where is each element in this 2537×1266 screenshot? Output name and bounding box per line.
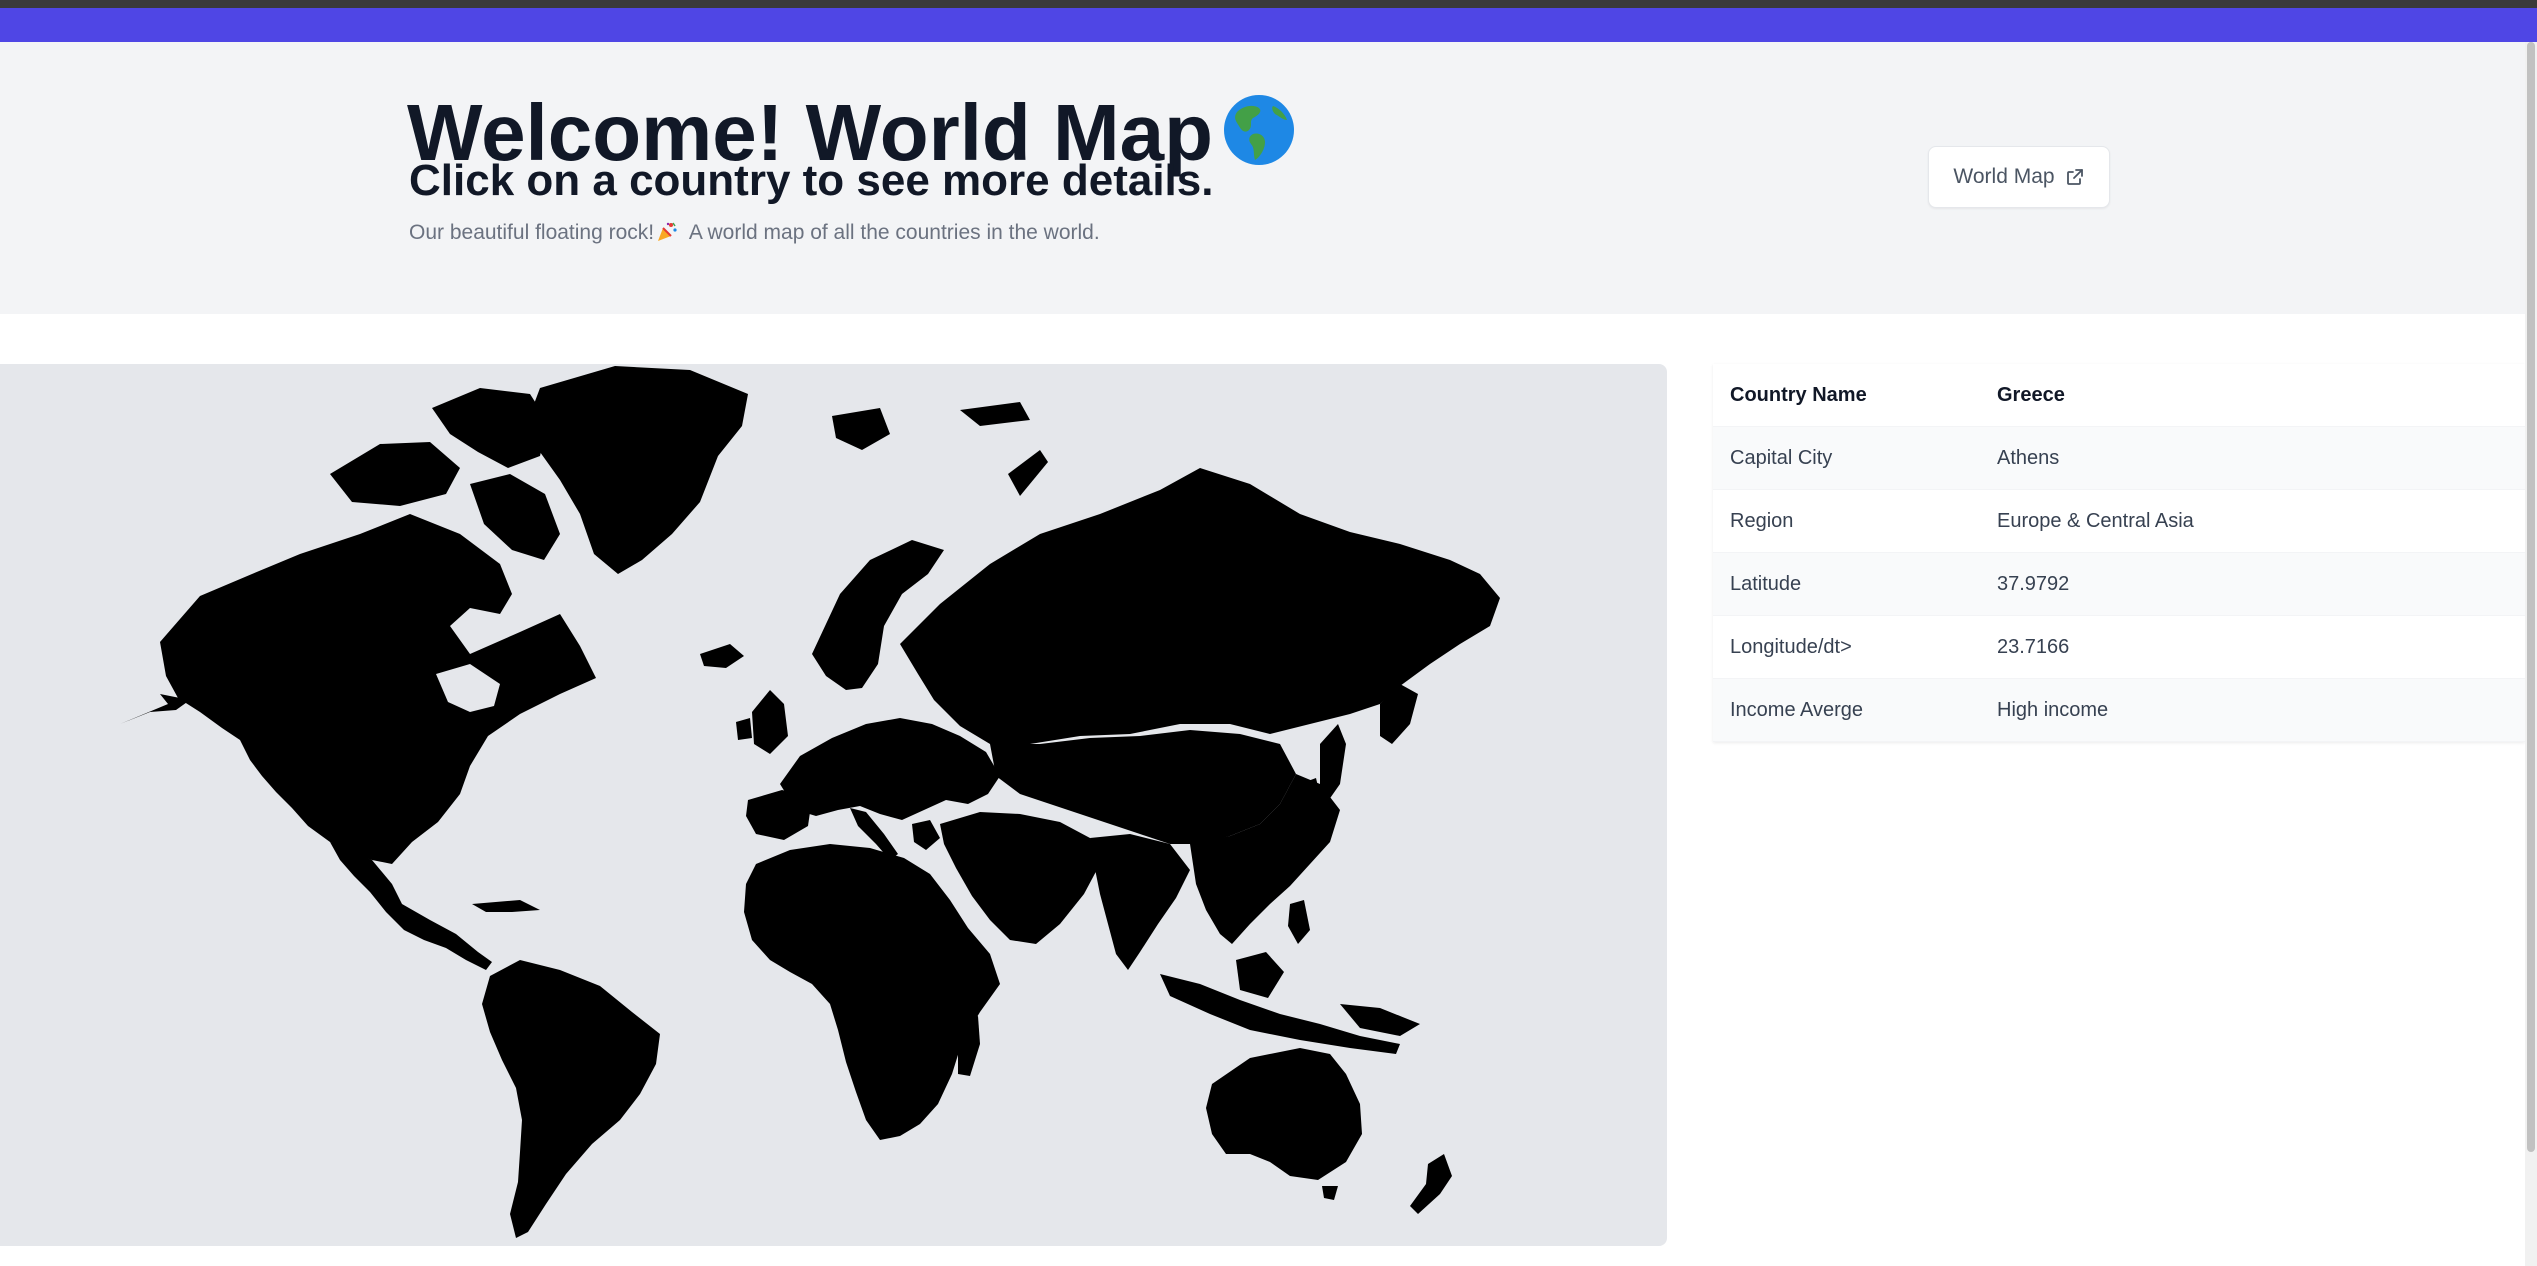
description-text-end: A world map of all the countries in the … bbox=[684, 221, 1100, 244]
country-japan[interactable] bbox=[1304, 724, 1346, 816]
accent-bar bbox=[0, 8, 2537, 42]
country-uk[interactable] bbox=[752, 690, 788, 754]
row-value: Athens bbox=[1997, 446, 2060, 469]
country-details-table: Country Name Greece Capital City Athens … bbox=[1713, 364, 2525, 742]
row-label: Income Averge bbox=[1730, 698, 1864, 721]
table-row: Capital City Athens bbox=[1713, 426, 2525, 490]
table-row: Longitude/dt> 23.7166 bbox=[1713, 616, 2525, 679]
page-header: Welcome! World Map Click on a country to… bbox=[0, 42, 2525, 314]
world-map bbox=[120, 366, 1500, 1238]
country-franz-josef[interactable] bbox=[960, 402, 1030, 426]
party-popper-icon bbox=[658, 222, 677, 241]
country-australia[interactable] bbox=[1206, 1048, 1362, 1180]
country-greenland[interactable] bbox=[528, 366, 748, 574]
table-header-label: Country Name bbox=[1730, 383, 1867, 406]
country-greece[interactable] bbox=[912, 820, 940, 850]
page-description: Our beautiful floating rock! A world map… bbox=[409, 221, 1100, 245]
country-africa[interactable] bbox=[744, 844, 1000, 1140]
country-canada-baffin[interactable] bbox=[470, 474, 560, 560]
browser-top-strip bbox=[0, 0, 2537, 8]
world-map-button-label: World Map bbox=[1953, 165, 2055, 188]
row-label: Latitude bbox=[1730, 572, 1802, 595]
row-label: Capital City bbox=[1730, 446, 1833, 469]
page-scrollbar[interactable] bbox=[2525, 42, 2537, 1266]
page-subtitle: Click on a country to see more details. bbox=[409, 156, 1214, 205]
country-north-america[interactable] bbox=[160, 514, 596, 864]
country-iberia[interactable] bbox=[746, 790, 812, 840]
country-india[interactable] bbox=[1090, 834, 1190, 970]
country-south-america[interactable] bbox=[482, 960, 660, 1238]
table-header-row: Country Name Greece bbox=[1713, 364, 2525, 427]
country-svalbard[interactable] bbox=[832, 408, 890, 450]
country-mexico-central-america[interactable] bbox=[330, 842, 492, 970]
country-tasmania[interactable] bbox=[1322, 1186, 1338, 1200]
country-ireland[interactable] bbox=[736, 718, 752, 740]
row-label: Longitude/dt> bbox=[1730, 635, 1852, 658]
country-philippines[interactable] bbox=[1288, 900, 1310, 944]
table-row: Income Averge High income bbox=[1713, 678, 2525, 742]
world-map-link-button[interactable]: World Map bbox=[1928, 146, 2110, 208]
world-map-panel bbox=[0, 364, 1667, 1246]
row-value: 23.7166 bbox=[1997, 635, 2070, 658]
country-cuba[interactable] bbox=[472, 900, 540, 912]
country-canada-islands[interactable] bbox=[432, 388, 548, 468]
scrollbar-thumb[interactable] bbox=[2527, 42, 2535, 1152]
external-link-icon bbox=[2066, 169, 2083, 185]
row-value: High income bbox=[1997, 698, 2109, 721]
row-value: 37.9792 bbox=[1997, 572, 2070, 595]
table-row: Region Europe & Central Asia bbox=[1713, 490, 2525, 553]
table-row: Latitude 37.9792 bbox=[1713, 552, 2525, 616]
country-new-guinea[interactable] bbox=[1340, 1004, 1420, 1036]
row-value: Europe & Central Asia bbox=[1997, 509, 2194, 532]
row-label: Region bbox=[1730, 509, 1794, 532]
country-iceland[interactable] bbox=[700, 644, 744, 668]
description-text-start: Our beautiful floating rock! bbox=[409, 221, 655, 244]
country-canada-islands-west[interactable] bbox=[330, 442, 460, 506]
table-header-value: Greece bbox=[1997, 383, 2065, 406]
country-alaska-aleutians[interactable] bbox=[120, 694, 190, 724]
country-europe-mainland[interactable] bbox=[780, 718, 1000, 820]
globe-icon bbox=[1224, 95, 1295, 165]
country-novaya-zemlya[interactable] bbox=[1008, 450, 1048, 496]
country-new-zealand[interactable] bbox=[1410, 1154, 1452, 1214]
country-borneo[interactable] bbox=[1236, 952, 1284, 998]
